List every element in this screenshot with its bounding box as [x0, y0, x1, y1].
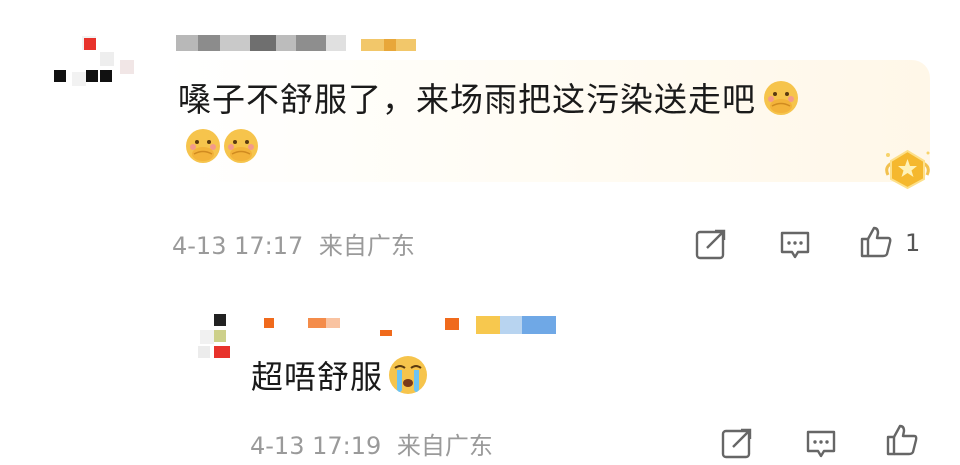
avatar[interactable]: [48, 30, 140, 110]
reply-meta: 4-13 17:19 来自广东: [250, 426, 493, 461]
crown-badge-icon: [880, 145, 935, 190]
hand-over-mouth-emoji-icon: [762, 79, 800, 117]
share-icon[interactable]: [694, 227, 728, 261]
hand-over-mouth-emoji-icon: [184, 127, 222, 165]
location: 来自广东: [318, 232, 415, 260]
thumbs-up-icon[interactable]: [858, 224, 892, 258]
timestamp: 4-13 17:17: [172, 232, 304, 260]
like-count: 1: [905, 229, 921, 257]
share-icon[interactable]: [720, 426, 754, 460]
username-mosaic[interactable]: [176, 35, 446, 51]
thumbs-up-icon[interactable]: [884, 422, 918, 456]
reply-timestamp: 4-13 17:19: [250, 432, 382, 460]
comment-meta: 4-13 17:17 来自广东: [172, 226, 415, 261]
reply-location: 来自广东: [396, 432, 493, 460]
comment-icon[interactable]: [778, 228, 812, 262]
crying-emoji-icon: [387, 354, 429, 396]
comment-text: 嗓子不舒服了，来场雨把这污染送走吧: [178, 76, 818, 172]
hand-over-mouth-emoji-icon: [222, 127, 260, 165]
comment-text-content: 嗓子不舒服了，来场雨把这污染送走吧: [178, 80, 756, 119]
reply-username-mosaic[interactable]: [262, 314, 562, 336]
comment-icon[interactable]: [804, 427, 838, 461]
reply-text-content: 超唔舒服: [251, 358, 384, 396]
reply-avatar[interactable]: [198, 312, 248, 362]
reply-text: 超唔舒服: [251, 352, 429, 398]
